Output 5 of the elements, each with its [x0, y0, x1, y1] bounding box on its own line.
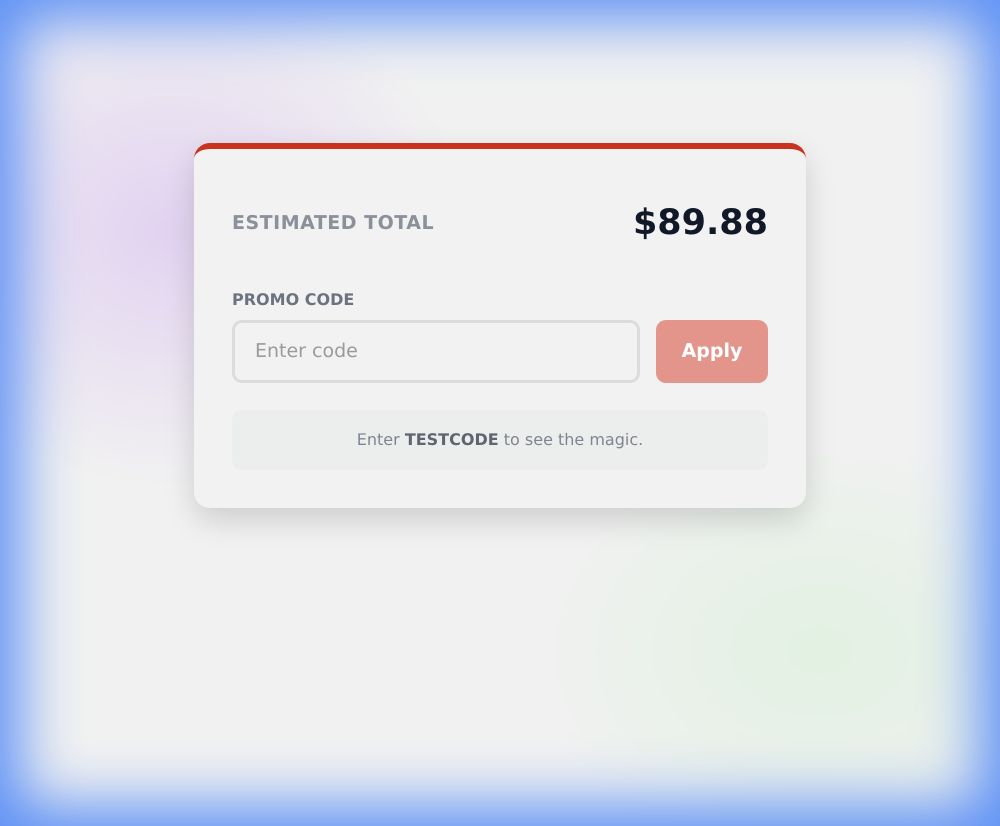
total-amount: $89.88 [632, 202, 768, 246]
promo-code-field[interactable]: Enter code [232, 320, 640, 383]
promo-code-label: PROMO CODE [232, 288, 356, 311]
total-label: ESTIMATED TOTAL [232, 211, 434, 236]
hint-message: Enter TESTCODE to see the magic. [232, 410, 768, 470]
